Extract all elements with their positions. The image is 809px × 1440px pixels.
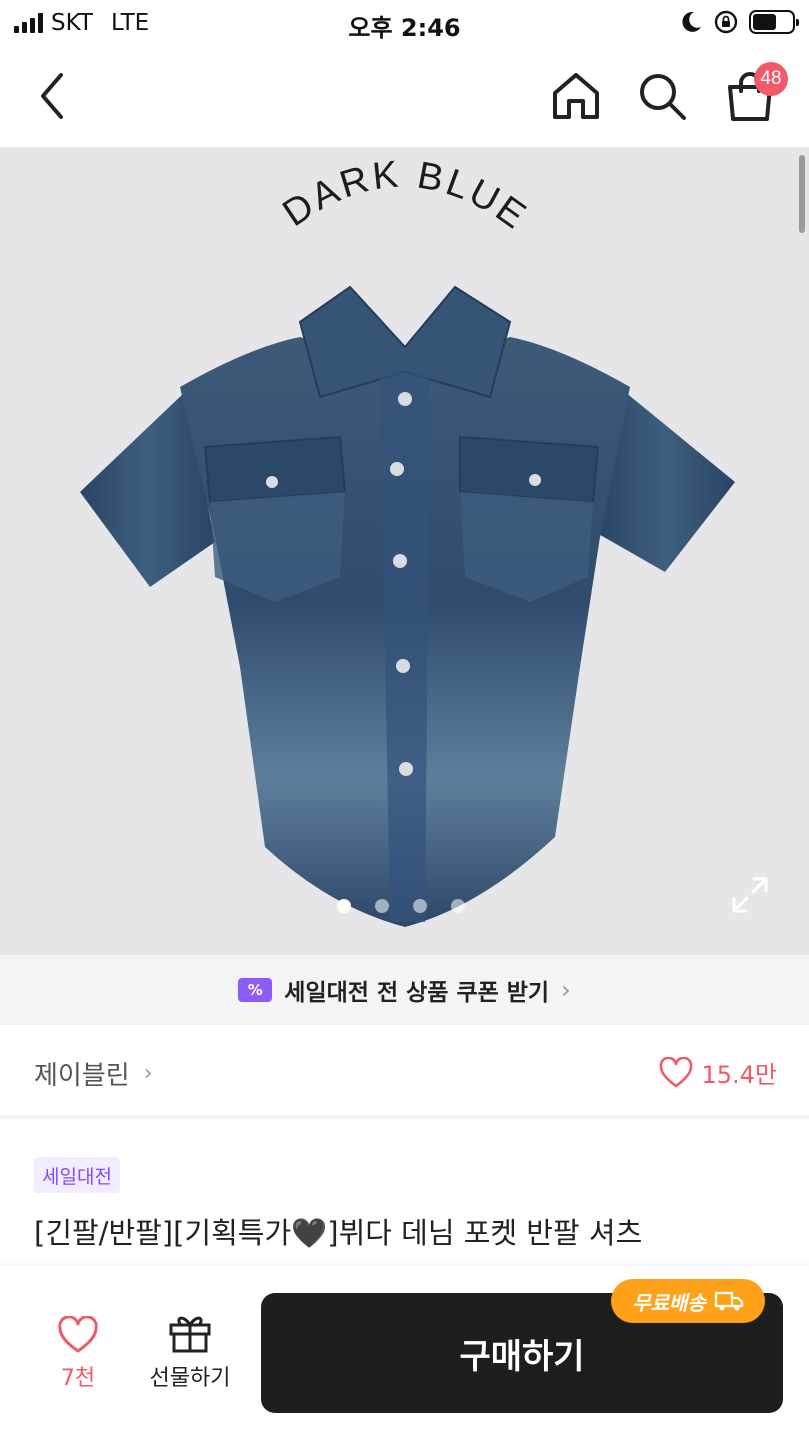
search-icon bbox=[640, 74, 686, 120]
back-arrow-icon bbox=[41, 73, 63, 119]
orientation-lock-icon bbox=[714, 10, 738, 34]
carousel-dot-2[interactable] bbox=[374, 899, 389, 913]
status-icons bbox=[679, 9, 799, 35]
gift-button[interactable]: 선물하기 bbox=[140, 1312, 240, 1392]
cart-count-badge: 48 bbox=[754, 62, 788, 96]
home-button[interactable] bbox=[546, 66, 606, 126]
status-bar: SKT LTE 오후 2:46 bbox=[0, 0, 809, 46]
nav-bar: 48 bbox=[0, 46, 809, 146]
gift-icon bbox=[169, 1316, 211, 1353]
brand-row: 제이블린 › 15.4만 bbox=[0, 1025, 809, 1119]
carousel-dot-3[interactable] bbox=[412, 899, 427, 913]
chevron-right-icon: › bbox=[143, 1061, 153, 1086]
brand-link[interactable]: 제이블린 › bbox=[34, 1055, 153, 1092]
heart-icon bbox=[58, 1316, 98, 1353]
expand-icon bbox=[732, 877, 768, 913]
brand-name: 제이블린 bbox=[34, 1061, 130, 1091]
search-button[interactable] bbox=[632, 66, 692, 126]
brand-like-button[interactable]: 15.4만 bbox=[659, 1055, 777, 1090]
bottom-action-bar: 7천 선물하기 구매하기 무료배송 bbox=[0, 1266, 809, 1440]
denim-shirt-image bbox=[80, 285, 735, 927]
moon-icon bbox=[682, 11, 701, 32]
gift-label: 선물하기 bbox=[149, 1366, 231, 1391]
delivery-truck-icon bbox=[714, 1291, 743, 1311]
back-button[interactable] bbox=[24, 66, 80, 126]
free-shipping-label: 무료배송 bbox=[632, 1290, 706, 1315]
wishlist-count: 7천 bbox=[60, 1366, 96, 1391]
carousel-dot-4[interactable] bbox=[450, 899, 465, 913]
carousel-dot-1[interactable] bbox=[336, 899, 351, 913]
coupon-banner[interactable]: % 세일대전 전 상품 쿠폰 받기 › bbox=[0, 955, 809, 1025]
home-icon bbox=[553, 73, 599, 119]
scroll-indicator[interactable] bbox=[799, 155, 805, 233]
brand-like-count: 15.4만 bbox=[701, 1061, 777, 1089]
expand-image-button[interactable] bbox=[730, 875, 770, 915]
wishlist-button[interactable]: 7천 bbox=[38, 1316, 118, 1392]
cart-button[interactable]: 48 bbox=[718, 62, 788, 126]
heart-icon bbox=[660, 1056, 693, 1087]
product-image-carousel[interactable]: DARK BLUE bbox=[0, 147, 809, 955]
product-title: [긴팔/반팔][기획특가🖤]뷔다 데님 포켓 반팔 셔츠 bbox=[34, 1216, 643, 1250]
carousel-dots bbox=[0, 899, 805, 913]
sale-tag: 세일대전 bbox=[34, 1157, 120, 1193]
coupon-text: 세일대전 전 상품 쿠폰 받기 bbox=[284, 980, 550, 1006]
free-shipping-badge: 무료배송 bbox=[611, 1279, 765, 1323]
buy-button-label: 구매하기 bbox=[459, 1336, 585, 1377]
chevron-right-icon: › bbox=[561, 976, 571, 1004]
battery-icon bbox=[749, 10, 799, 34]
coupon-icon: % bbox=[238, 978, 273, 1002]
